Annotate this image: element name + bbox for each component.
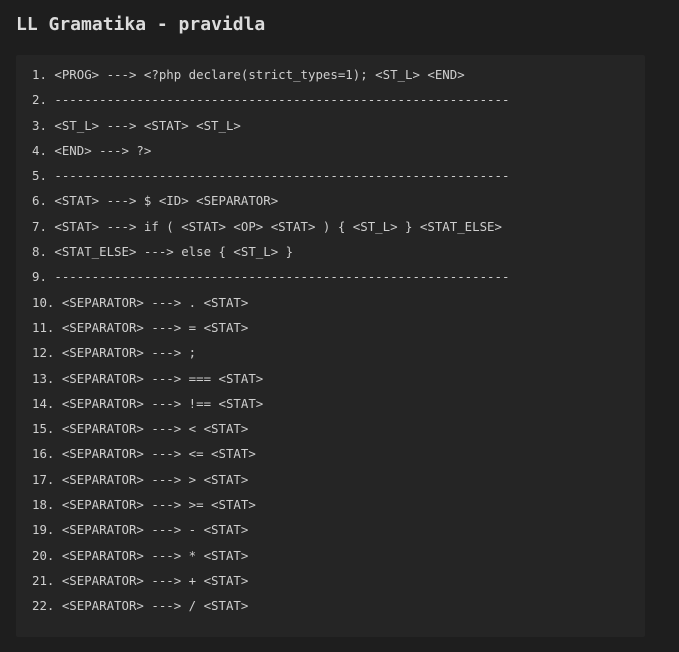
grammar-rule-line: 2. -------------------------------------… [32, 92, 510, 108]
grammar-rule-line: 15. <SEPARATOR> ---> < <STAT> [32, 421, 249, 437]
grammar-rule-line: 4. <END> ---> ?> [32, 142, 152, 158]
grammar-rule-line: 7. <STAT> ---> if ( <STAT> <OP> <STAT> )… [32, 218, 502, 234]
grammar-rule-line: 22. <SEPARATOR> ---> / <STAT> [32, 598, 249, 614]
page-title: LL Gramatika - pravidla [16, 14, 266, 35]
grammar-rule-line: 9. -------------------------------------… [32, 269, 510, 285]
grammar-rule-line: 1. <PROG> ---> <?php declare(strict_type… [32, 67, 465, 82]
grammar-rule-line: 6. <STAT> ---> $ <ID> <SEPARATOR> [32, 193, 279, 209]
grammar-rule-line: 21. <SEPARATOR> ---> + <STAT> [32, 572, 249, 588]
grammar-rule-line: 10. <SEPARATOR> ---> . <STAT> [32, 294, 249, 310]
grammar-rule-line: 14. <SEPARATOR> ---> !== <STAT> [32, 395, 264, 411]
grammar-rule-line: 17. <SEPARATOR> ---> > <STAT> [32, 471, 249, 487]
grammar-rule-line: 12. <SEPARATOR> ---> ; [32, 345, 197, 361]
grammar-rule-line: 3. <ST_L> ---> <STAT> <ST_L> [32, 117, 241, 133]
grammar-rule-line: 8. <STAT_ELSE> ---> else { <ST_L> } [32, 244, 294, 260]
grammar-rule-line: 18. <SEPARATOR> ---> >= <STAT> [32, 497, 256, 513]
grammar-rule-line: 19. <SEPARATOR> ---> - <STAT> [32, 522, 249, 538]
grammar-rule-line: 20. <SEPARATOR> ---> * <STAT> [32, 547, 249, 563]
grammar-rule-line: 16. <SEPARATOR> ---> <= <STAT> [32, 446, 256, 462]
grammar-rule-line: 13. <SEPARATOR> ---> === <STAT> [32, 370, 264, 386]
grammar-rule-line: 5. -------------------------------------… [32, 168, 510, 184]
grammar-rules-code-block: 1. <PROG> ---> <?php declare(strict_type… [16, 55, 645, 637]
grammar-rule-line: 11. <SEPARATOR> ---> = <STAT> [32, 319, 249, 335]
